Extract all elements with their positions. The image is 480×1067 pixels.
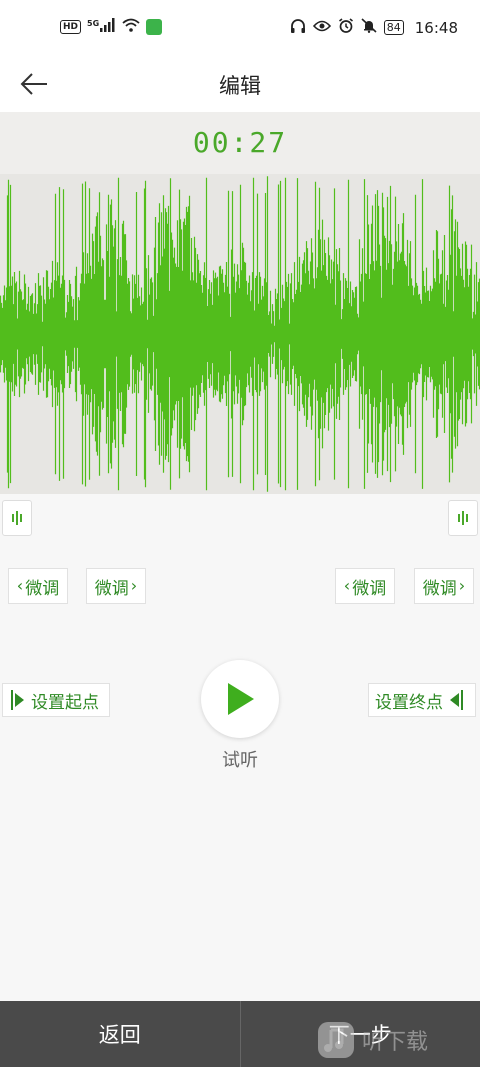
waveform-path — [0, 176, 480, 492]
start-fine-tune-back-button[interactable]: ‹ 微调 — [8, 568, 68, 604]
chevron-right-icon: › — [458, 576, 466, 595]
time-strip: 00:27 — [0, 112, 480, 174]
alarm-icon — [338, 18, 354, 37]
waveform-area[interactable] — [0, 174, 480, 494]
fine-tune-label: 微调 — [94, 578, 129, 599]
play-button[interactable] — [201, 660, 279, 738]
status-right: 84 16:48 — [290, 18, 458, 37]
status-left: HD 5G — [60, 18, 163, 36]
fine-tune-label: 微调 — [352, 578, 387, 599]
start-fine-tune-forward-button[interactable]: 微调 › — [86, 568, 146, 604]
set-start-label: 设置起点 — [31, 692, 99, 713]
end-fine-tune-back-button[interactable]: ‹ 微调 — [335, 568, 395, 604]
navigation-bar: 编辑 — [0, 58, 480, 112]
watermark: 听下载 — [316, 1020, 428, 1060]
eye-icon — [312, 20, 331, 36]
handle-grip-icon — [458, 511, 468, 525]
chevron-left-icon: ‹ — [16, 576, 24, 595]
set-end-label: 设置终点 — [375, 692, 443, 713]
watermark-text: 听下载 — [362, 1030, 429, 1055]
fine-tune-label: 微调 — [25, 578, 60, 599]
status-bar: HD 5G 84 16:48 — [0, 0, 480, 58]
handle-grip-icon — [12, 511, 22, 525]
set-start-button[interactable]: 设置起点 — [2, 683, 110, 717]
set-end-button[interactable]: 设置终点 — [368, 683, 476, 717]
start-trim-handle[interactable] — [2, 500, 32, 536]
network-type: 5G — [87, 18, 100, 28]
playback-timer: 00:27 — [192, 126, 288, 159]
wifi-icon — [122, 18, 140, 36]
signal-icon — [100, 18, 116, 36]
set-start-icon — [11, 690, 24, 710]
headphones-icon — [290, 18, 306, 37]
fine-tune-label: 微调 — [422, 578, 457, 599]
return-button[interactable]: 返回 — [0, 1001, 240, 1067]
watermark-logo-icon — [318, 1022, 354, 1058]
listen-label: 试听 — [222, 750, 258, 771]
page-title: 编辑 — [219, 74, 261, 98]
waveform — [0, 176, 480, 492]
app-notification-icon — [146, 19, 163, 35]
mute-bell-icon — [361, 18, 377, 37]
chevron-left-icon: ‹ — [343, 576, 351, 595]
play-icon — [228, 683, 254, 715]
end-fine-tune-forward-button[interactable]: 微调 › — [414, 568, 474, 604]
chevron-right-icon: › — [130, 576, 138, 595]
battery-indicator: 84 — [383, 20, 404, 35]
end-trim-handle[interactable] — [448, 500, 478, 536]
set-end-icon — [450, 690, 463, 710]
hd-badge: HD — [60, 20, 82, 34]
clock: 16:48 — [414, 18, 458, 37]
